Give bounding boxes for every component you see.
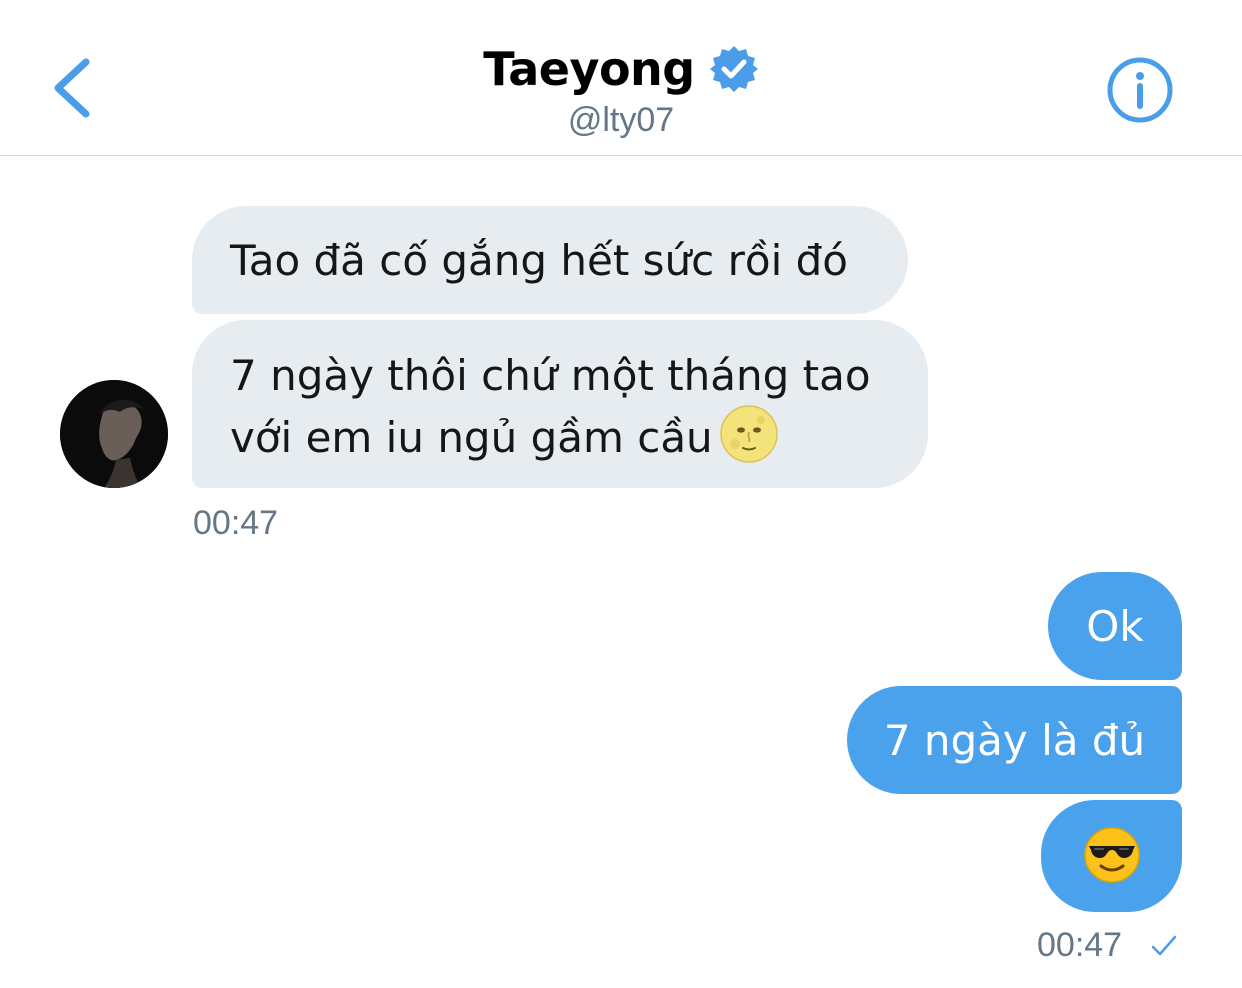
- full-moon-face-emoji: [719, 405, 778, 463]
- message-text-line: với em iu ngủ gầm cầu: [230, 413, 713, 462]
- outgoing-message-bubble[interactable]: [1041, 800, 1182, 912]
- message-text-line: 7 ngày thôi chứ một tháng tao: [230, 351, 871, 400]
- contact-handle: @lty07: [567, 101, 675, 139]
- outgoing-message-bubble[interactable]: 7 ngày là đủ: [847, 686, 1182, 794]
- message-timestamp: 00:47: [193, 504, 279, 542]
- outgoing-message-bubble[interactable]: Ok: [1048, 572, 1182, 680]
- contact-avatar[interactable]: [60, 380, 168, 488]
- verified-badge-icon: [709, 46, 758, 92]
- message-text: 7 ngày là đủ: [883, 716, 1146, 765]
- avatar-portrait-image: [60, 380, 168, 488]
- conversation-header: Taeyong @lty07: [0, 0, 1242, 156]
- checkmark-icon: [1151, 935, 1177, 956]
- incoming-message-bubble[interactable]: Tao đã cố gắng hết sức rồi đó: [192, 206, 908, 314]
- info-icon: [1107, 57, 1173, 123]
- message-text: Ok: [1086, 602, 1144, 651]
- message-text: Tao đã cố gắng hết sức rồi đó: [230, 236, 848, 285]
- sunglasses-face-emoji: [1083, 827, 1140, 883]
- header-title-block[interactable]: Taeyong @lty07: [0, 40, 1242, 140]
- message-timestamp: 00:47: [1037, 926, 1123, 964]
- contact-name: Taeyong: [483, 42, 695, 96]
- message-text-line-with-emoji: với em iu ngủ gầm cầu: [230, 404, 928, 466]
- incoming-message-bubble[interactable]: 7 ngày thôi chứ một tháng tao với em iu …: [192, 320, 928, 488]
- info-button[interactable]: [1106, 56, 1174, 124]
